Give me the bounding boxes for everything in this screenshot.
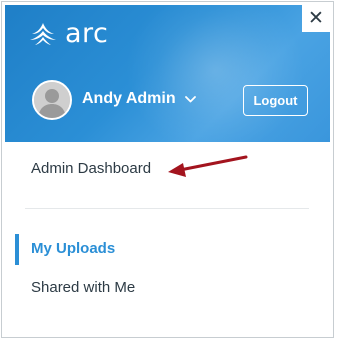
active-nav-indicator [15, 234, 19, 265]
menu-divider [25, 208, 309, 209]
nav-item-my-uploads[interactable]: My Uploads [31, 240, 115, 257]
nav-item-shared-with-me[interactable]: Shared with Me [31, 279, 135, 296]
